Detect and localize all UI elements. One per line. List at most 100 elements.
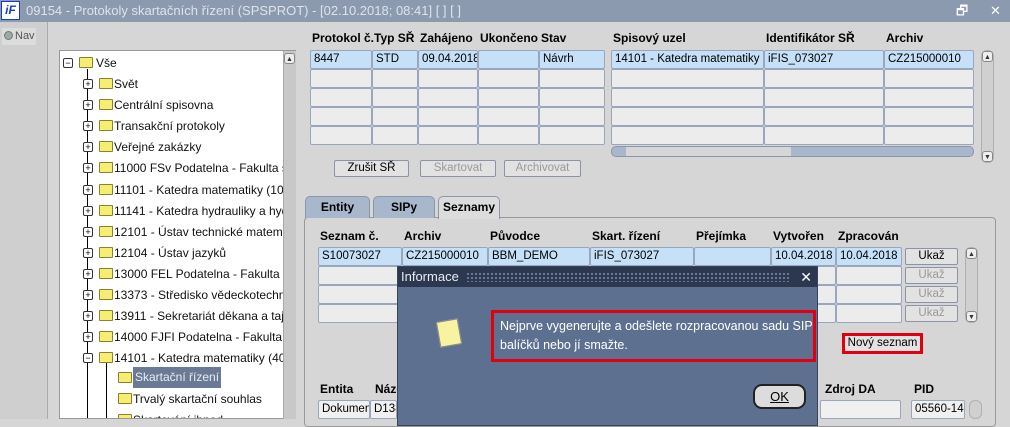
table-cell[interactable]: Dokument — [318, 400, 370, 419]
expand-icon[interactable]: + — [83, 247, 93, 258]
tab-entity[interactable]: Entity — [305, 196, 370, 218]
tree-view[interactable]: − Vše + Svět + Centrální spisovna + Transakční … — [59, 50, 296, 419]
table-cell[interactable] — [372, 69, 418, 88]
collapse-icon[interactable]: − — [63, 58, 73, 68]
close-icon[interactable]: ✕ — [990, 0, 1001, 22]
table-cell[interactable] — [478, 50, 539, 69]
tree-item[interactable]: Centrální spisovna — [114, 96, 213, 114]
expand-icon[interactable]: + — [83, 332, 93, 343]
table-cell[interactable] — [611, 126, 764, 145]
table-cell[interactable] — [310, 69, 372, 88]
table-cell[interactable] — [836, 266, 902, 285]
table-cell[interactable] — [418, 69, 478, 88]
table-cell[interactable]: STD — [372, 50, 418, 69]
table-cell[interactable] — [611, 69, 764, 88]
expand-icon[interactable]: + — [83, 142, 93, 153]
expand-icon[interactable]: + — [83, 121, 93, 132]
tab-seznamy[interactable]: Seznamy — [438, 196, 500, 219]
table-cell[interactable]: iFIS_073027 — [590, 247, 694, 266]
table-cell[interactable]: S10073027 — [318, 247, 402, 266]
table-cell[interactable]: BBM_DEMO — [488, 247, 590, 266]
scroll-down-icon[interactable]: ▼ — [966, 311, 977, 322]
scroll-up-icon[interactable]: ▲ — [982, 51, 993, 62]
expand-icon[interactable]: + — [83, 79, 93, 89]
new-list-button[interactable]: Nový seznam — [842, 333, 923, 354]
tree-item[interactable]: 13373 - Středisko vědeckotechnických — [114, 286, 295, 304]
table-cell[interactable] — [611, 88, 764, 107]
table-cell[interactable] — [372, 126, 418, 145]
tree-item[interactable]: Svět — [114, 75, 138, 93]
table-cell[interactable]: CZ215000010 — [884, 50, 974, 69]
table-cell[interactable] — [884, 126, 974, 145]
table-cell[interactable] — [764, 88, 884, 107]
expand-icon[interactable]: + — [83, 311, 93, 322]
close-icon[interactable]: ✕ — [800, 267, 812, 287]
table-cell[interactable] — [539, 107, 605, 126]
table-cell[interactable] — [418, 126, 478, 145]
cancel-sr-button[interactable]: Zrušit SŘ — [334, 160, 409, 177]
table-cell[interactable]: 05560-140 — [911, 400, 965, 419]
collapse-icon[interactable]: − — [83, 353, 93, 364]
expand-icon[interactable]: + — [83, 205, 93, 216]
table-cell[interactable] — [418, 107, 478, 126]
table-cell[interactable] — [611, 107, 764, 126]
table-cell[interactable] — [478, 69, 539, 88]
table-cell[interactable]: 8447 — [310, 50, 372, 69]
table-cell[interactable] — [318, 285, 402, 304]
table-cell[interactable] — [539, 69, 605, 88]
expand-icon[interactable]: + — [83, 226, 93, 237]
restore-icon[interactable]: 🗗 — [956, 0, 968, 22]
table-cell[interactable]: 10.04.2018 — [836, 247, 902, 266]
table-cell[interactable] — [310, 88, 372, 107]
table-cell[interactable]: 14101 - Katedra matematiky (4 — [611, 50, 764, 69]
table-cell[interactable] — [694, 247, 771, 266]
table-cell[interactable] — [836, 304, 902, 323]
tree-item[interactable]: Transakční protokoly — [114, 117, 225, 135]
table-cell[interactable] — [478, 126, 539, 145]
table-cell[interactable] — [884, 88, 974, 107]
expand-icon[interactable]: + — [83, 163, 93, 174]
ok-button[interactable]: OK — [753, 384, 806, 409]
nav-button[interactable]: Nav — [2, 28, 36, 45]
table-cell[interactable]: 10.04.2018 — [771, 247, 836, 266]
tree-item[interactable]: 11000 FSv Podatelna - Fakulta stavební — [114, 159, 295, 177]
table-cell[interactable] — [884, 69, 974, 88]
archive-button[interactable]: Archivovat — [504, 160, 581, 177]
table-cell[interactable] — [418, 88, 478, 107]
tree-item[interactable]: 12101 - Ústav technické matematiky — [114, 223, 295, 241]
tree-item[interactable]: Trvalý skartační souhlas — [133, 390, 262, 408]
table-cell[interactable]: Návrh — [539, 50, 605, 69]
expand-icon[interactable]: + — [83, 290, 93, 300]
tree-item[interactable]: Skartování ihned — [133, 411, 223, 418]
table-cell[interactable] — [836, 285, 902, 304]
tree-item[interactable]: 11101 - Katedra matematiky (101) — [114, 181, 294, 199]
tree-item[interactable]: Veřejné zakázky — [114, 138, 201, 156]
table-cell[interactable] — [820, 400, 901, 419]
tree-item[interactable]: Vše — [96, 54, 117, 72]
table-cell[interactable] — [310, 107, 372, 126]
scroll-thumb[interactable] — [626, 147, 791, 156]
table-cell[interactable] — [539, 88, 605, 107]
tree-item[interactable]: 14000 FJFI Podatelna - Fakulta jaderná — [114, 328, 295, 346]
tree-item[interactable]: 13000 FEL Podatelna - Fakulta elektrotec… — [114, 265, 295, 283]
table-cell[interactable] — [884, 107, 974, 126]
table-cell[interactable] — [478, 88, 539, 107]
table-cell[interactable] — [318, 266, 402, 285]
scroll-up-icon[interactable]: ▲ — [284, 53, 295, 64]
horizontal-scrollbar[interactable] — [611, 146, 974, 157]
scroll-down-icon[interactable]: ▼ — [982, 151, 993, 162]
show-button[interactable]: Ukaž — [905, 248, 958, 265]
tree-scrollbar[interactable]: ▲ — [283, 51, 296, 419]
protocols-scrollbar[interactable]: ▲ ▼ — [981, 50, 994, 163]
table-cell[interactable] — [318, 304, 402, 323]
tree-item[interactable]: 11141 - Katedra hydrauliky a hydrologie — [114, 202, 295, 220]
tab-sipy[interactable]: SIPy — [373, 196, 435, 218]
tree-item[interactable]: 14101 - Katedra matematiky (401) — [114, 349, 295, 367]
shred-button[interactable]: Skartovat — [420, 160, 496, 177]
tree-item[interactable]: 12104 - Ústav jazyků — [114, 244, 226, 262]
tree-item[interactable]: 13911 - Sekretariát děkana a tajemníka — [114, 307, 295, 325]
table-cell[interactable] — [764, 107, 884, 126]
show-button[interactable]: Ukaž — [905, 286, 958, 303]
expand-icon[interactable]: + — [83, 268, 93, 279]
tree-item[interactable]: Skartační řízení — [133, 367, 222, 388]
